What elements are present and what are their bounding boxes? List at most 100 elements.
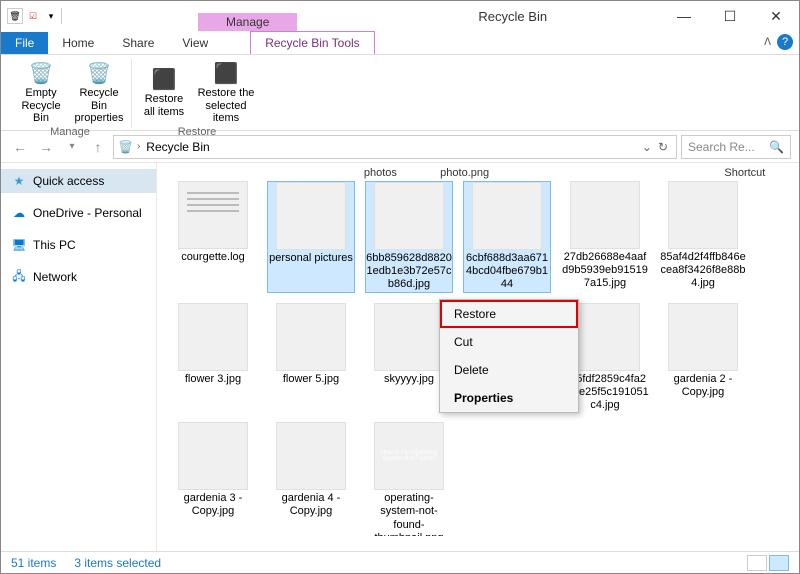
ribbon-tabs: File Home Share View Recycle Bin Tools ᐱ… — [1, 31, 799, 55]
thumbnail — [374, 303, 444, 371]
status-bar: 51 items 3 items selected — [1, 551, 799, 573]
minimize-button[interactable]: — — [661, 1, 707, 31]
pc-icon: 🖥 — [11, 237, 27, 253]
app-icon[interactable]: 🗑 — [7, 8, 23, 24]
thumbnail — [570, 181, 640, 249]
help-icon[interactable]: ? — [777, 34, 793, 50]
network-icon: 🖧 — [11, 269, 27, 285]
empty-recycle-bin-button[interactable]: 🗑️ Empty Recycle Bin — [15, 59, 67, 125]
ribbon-collapse-icon[interactable]: ᐱ — [764, 37, 771, 48]
restore-all-button[interactable]: ⬛ Restore all items — [138, 59, 190, 125]
window-controls: — ☐ ✕ — [661, 1, 799, 31]
forward-button[interactable]: → — [35, 136, 57, 158]
tab-recycle-bin-tools[interactable]: Recycle Bin Tools — [250, 31, 375, 54]
menu-properties[interactable]: Properties — [440, 384, 578, 412]
column-header[interactable]: Shortcut — [703, 167, 787, 179]
search-input[interactable]: Search Re... 🔍 — [681, 135, 791, 159]
thumbnail — [178, 422, 248, 490]
window-title: Recycle Bin — [365, 9, 662, 24]
file-name: personal pictures — [269, 252, 353, 265]
file-name: flower 5.jpg — [283, 373, 339, 386]
up-button[interactable]: ↑ — [87, 136, 109, 158]
nav-network[interactable]: 🖧 Network — [1, 265, 156, 289]
file-item[interactable]: gardenia 2 - Copy.jpg — [659, 303, 747, 413]
file-name: courgette.log — [181, 251, 245, 264]
thumbnail — [374, 182, 444, 250]
file-item[interactable]: 27db26688e4aafd9b5939eb915197a15.jpg — [561, 181, 649, 293]
star-icon: ★ — [11, 173, 27, 189]
file-item[interactable]: flower 5.jpg — [267, 303, 355, 413]
menu-cut[interactable]: Cut — [440, 328, 578, 356]
recycle-bin-props-icon: 🗑️ — [87, 59, 112, 87]
file-name: 27db26688e4aafd9b5939eb915197a15.jpg — [561, 251, 649, 291]
nav-quick-access[interactable]: ★ Quick access — [1, 169, 156, 193]
file-name: gardenia 2 - Copy.jpg — [659, 373, 747, 399]
column-headers: photos photo.png Shortcut — [254, 167, 787, 179]
close-button[interactable]: ✕ — [753, 1, 799, 31]
file-name: operating-system-not-found-thumbnail.png — [365, 492, 453, 536]
thumbnail — [668, 303, 738, 371]
item-count: 51 items — [11, 556, 56, 570]
title-bar: 🗑 ☑ ▾ Manage Recycle Bin — ☐ ✕ — [1, 1, 799, 31]
file-item[interactable]: 6bb859628d88201edb1e3b72e57cb86d.jpg — [365, 181, 453, 293]
tab-view[interactable]: View — [168, 32, 222, 54]
thumbnail — [570, 303, 640, 371]
file-name: 6cbf688d3aa6714bcd04fbe679b144 — [464, 252, 550, 292]
menu-restore[interactable]: Restore — [440, 300, 578, 328]
recycle-bin-empty-icon: 🗑️ — [29, 59, 54, 87]
file-name: skyyyy.jpg — [384, 373, 434, 386]
details-view-button[interactable] — [747, 555, 767, 571]
restore-all-icon: ⬛ — [152, 65, 177, 93]
navigation-pane: ★ Quick access ☁ OneDrive - Personal 🖥 T… — [1, 163, 157, 553]
file-item[interactable]: gardenia 3 - Copy.jpg — [169, 422, 257, 536]
file-item[interactable]: How to Fix Operating System Not Found?op… — [365, 422, 453, 536]
menu-delete[interactable]: Delete — [440, 356, 578, 384]
ribbon-group-restore: ⬛ Restore all items ⬛ Restore the select… — [132, 59, 262, 128]
selection-count: 3 items selected — [74, 556, 161, 570]
search-icon: 🔍 — [769, 140, 784, 154]
cloud-icon: ☁ — [11, 205, 27, 221]
file-item[interactable]: 85af4d2f4ffb846ecea8f3426f8e88b4.jpg — [659, 181, 747, 293]
body: ★ Quick access ☁ OneDrive - Personal 🖥 T… — [1, 163, 799, 553]
qat-dropdown-icon[interactable]: ▾ — [43, 8, 59, 24]
file-item[interactable]: personal pictures — [267, 181, 355, 293]
restore-selected-button[interactable]: ⬛ Restore the selected items — [196, 59, 256, 125]
tab-home[interactable]: Home — [48, 32, 108, 54]
maximize-button[interactable]: ☐ — [707, 1, 753, 31]
column-header[interactable]: photo.png — [423, 167, 507, 179]
tab-share[interactable]: Share — [108, 32, 168, 54]
context-tab-group: Manage — [198, 13, 297, 31]
file-name: gardenia 4 - Copy.jpg — [267, 492, 355, 518]
qat-properties-icon[interactable]: ☑ — [25, 8, 41, 24]
tab-file[interactable]: File — [1, 32, 48, 54]
file-name: 85af4d2f4ffb846ecea8f3426f8e88b4.jpg — [659, 251, 747, 291]
context-menu: Restore Cut Delete Properties — [439, 299, 579, 413]
nav-this-pc[interactable]: 🖥 This PC — [1, 233, 156, 257]
address-dropdown-icon[interactable]: ⌄ — [642, 140, 652, 154]
column-header[interactable]: photos — [338, 167, 422, 179]
file-item[interactable]: 6cbf688d3aa6714bcd04fbe679b144 — [463, 181, 551, 293]
ribbon: 🗑️ Empty Recycle Bin 🗑️ Recycle Bin prop… — [1, 55, 799, 131]
thumbnail — [178, 181, 248, 249]
address-bar[interactable]: 🗑️ › Recycle Bin ⌄ ↻ — [113, 135, 677, 159]
breadcrumb-segment[interactable]: Recycle Bin — [144, 140, 211, 154]
file-name: gardenia 3 - Copy.jpg — [169, 492, 257, 518]
nav-onedrive[interactable]: ☁ OneDrive - Personal — [1, 201, 156, 225]
recycle-bin-properties-button[interactable]: 🗑️ Recycle Bin properties — [73, 59, 125, 125]
file-item[interactable]: flower 3.jpg — [169, 303, 257, 413]
thumbnail — [472, 182, 542, 250]
refresh-icon[interactable]: ↻ — [658, 140, 668, 154]
back-button[interactable]: ← — [9, 136, 31, 158]
thumbnail — [178, 303, 248, 371]
title-tab-area: Manage — [68, 1, 365, 31]
recent-dropdown[interactable]: ▾ — [61, 136, 83, 158]
quick-access-toolbar: 🗑 ☑ ▾ — [1, 8, 68, 24]
file-item[interactable]: gardenia 4 - Copy.jpg — [267, 422, 355, 536]
large-icons-view-button[interactable] — [769, 555, 789, 571]
recycle-bin-icon: 🗑️ — [118, 140, 133, 154]
thumbnail — [276, 182, 346, 250]
file-name: 6bb859628d88201edb1e3b72e57cb86d.jpg — [366, 252, 452, 292]
file-item[interactable]: courgette.log — [169, 181, 257, 293]
chevron-right-icon[interactable]: › — [137, 141, 140, 152]
ribbon-group-manage: 🗑️ Empty Recycle Bin 🗑️ Recycle Bin prop… — [9, 59, 132, 128]
